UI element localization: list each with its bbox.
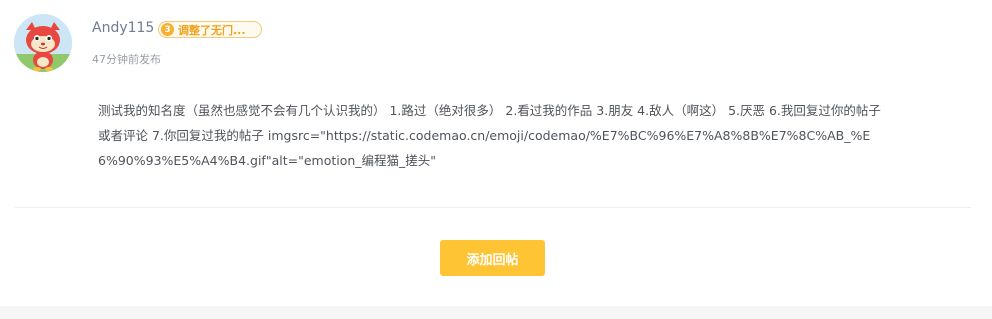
level-circle-icon: 3	[161, 23, 174, 36]
post-page: Andy115 3 调整了无门... 47分钟前发布 测试我的知名度（虽然也感觉…	[0, 0, 992, 319]
post-content: 测试我的知名度（虽然也感觉不会有几个认识我的） 1.路过（绝对很多） 2.看过我…	[98, 103, 881, 168]
red-cat-mascot-icon	[14, 14, 72, 72]
author-name[interactable]: Andy115	[92, 18, 154, 38]
page-footer-strip	[0, 306, 992, 319]
level-badge-label: 调整了无门...	[178, 23, 246, 37]
add-reply-button[interactable]: 添加回帖	[440, 240, 545, 276]
post-timestamp: 47分钟前发布	[92, 53, 161, 66]
avatar[interactable]	[14, 14, 72, 72]
divider	[15, 207, 971, 208]
level-badge[interactable]: 3 调整了无门...	[158, 21, 262, 38]
